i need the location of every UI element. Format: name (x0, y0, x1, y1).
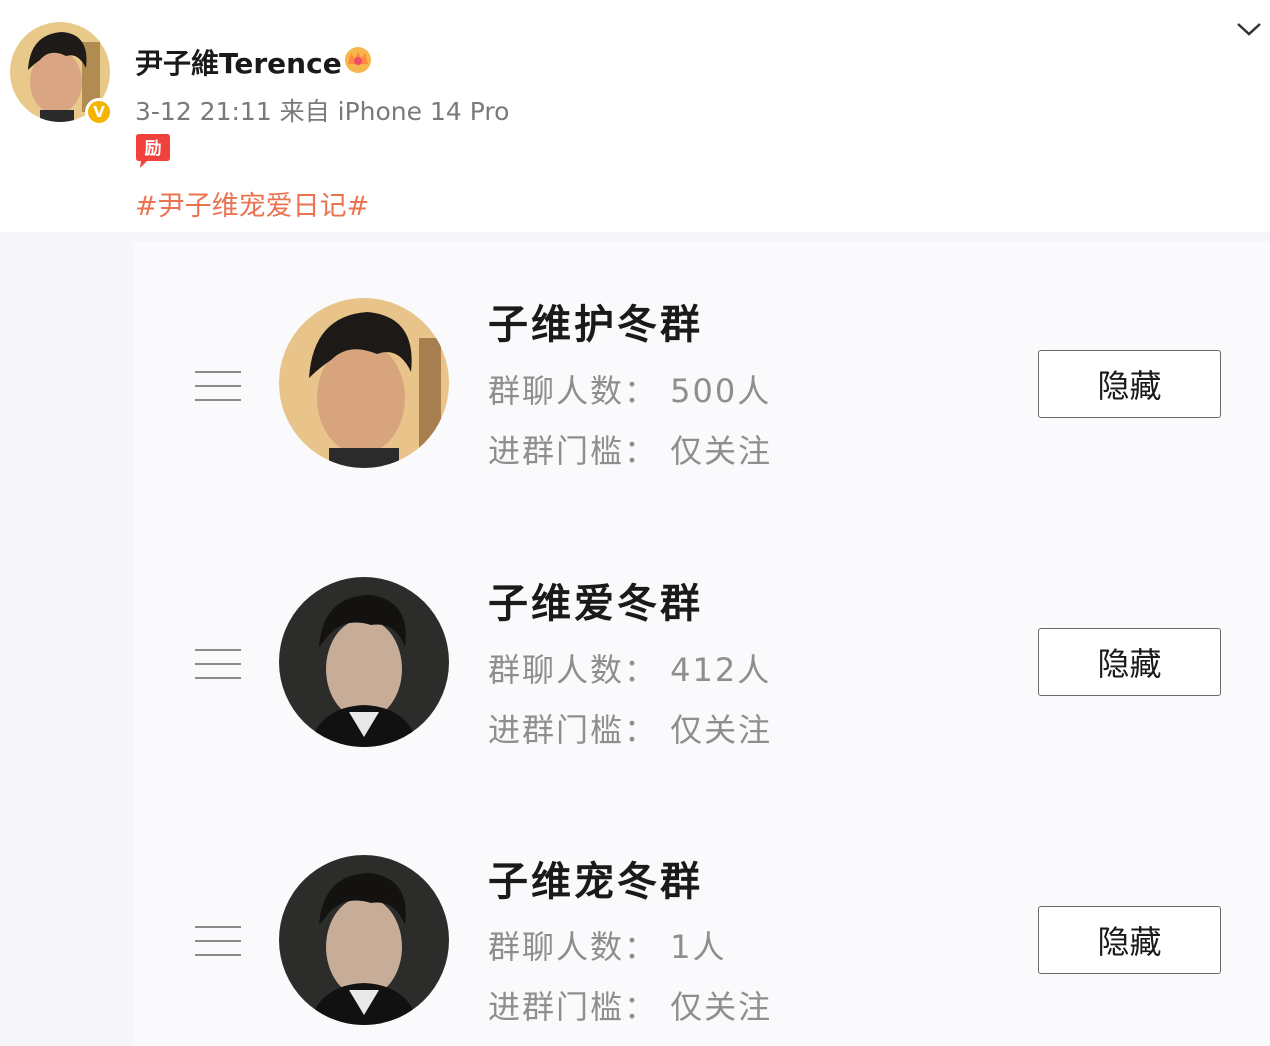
group-entry-threshold: 进群门槛： 仅关注 (488, 711, 773, 749)
group-name: 子维宠冬群 (488, 859, 703, 905)
drag-handle-icon[interactable] (195, 371, 241, 401)
group-avatar (279, 577, 449, 747)
group-name: 子维护冬群 (488, 302, 703, 348)
group-avatar (279, 855, 449, 1025)
group-member-count: 群聊人数： 500人 (488, 372, 772, 410)
hide-button[interactable]: 隐藏 (1038, 628, 1221, 696)
group-member-count: 群聊人数： 412人 (488, 651, 772, 689)
group-entry-threshold: 进群门槛： 仅关注 (488, 988, 773, 1026)
group-avatar (279, 298, 449, 468)
group-member-count: 群聊人数： 1人 (488, 928, 727, 966)
group-name: 子维爱冬群 (488, 581, 703, 627)
drag-handle-icon[interactable] (195, 926, 241, 956)
hide-button[interactable]: 隐藏 (1038, 906, 1221, 974)
group-row: 子维宠冬群 群聊人数： 1人 进群门槛： 仅关注 隐藏 (0, 0, 1270, 1026)
drag-handle-icon[interactable] (195, 649, 241, 679)
group-entry-threshold: 进群门槛： 仅关注 (488, 432, 773, 470)
hide-button[interactable]: 隐藏 (1038, 350, 1221, 418)
